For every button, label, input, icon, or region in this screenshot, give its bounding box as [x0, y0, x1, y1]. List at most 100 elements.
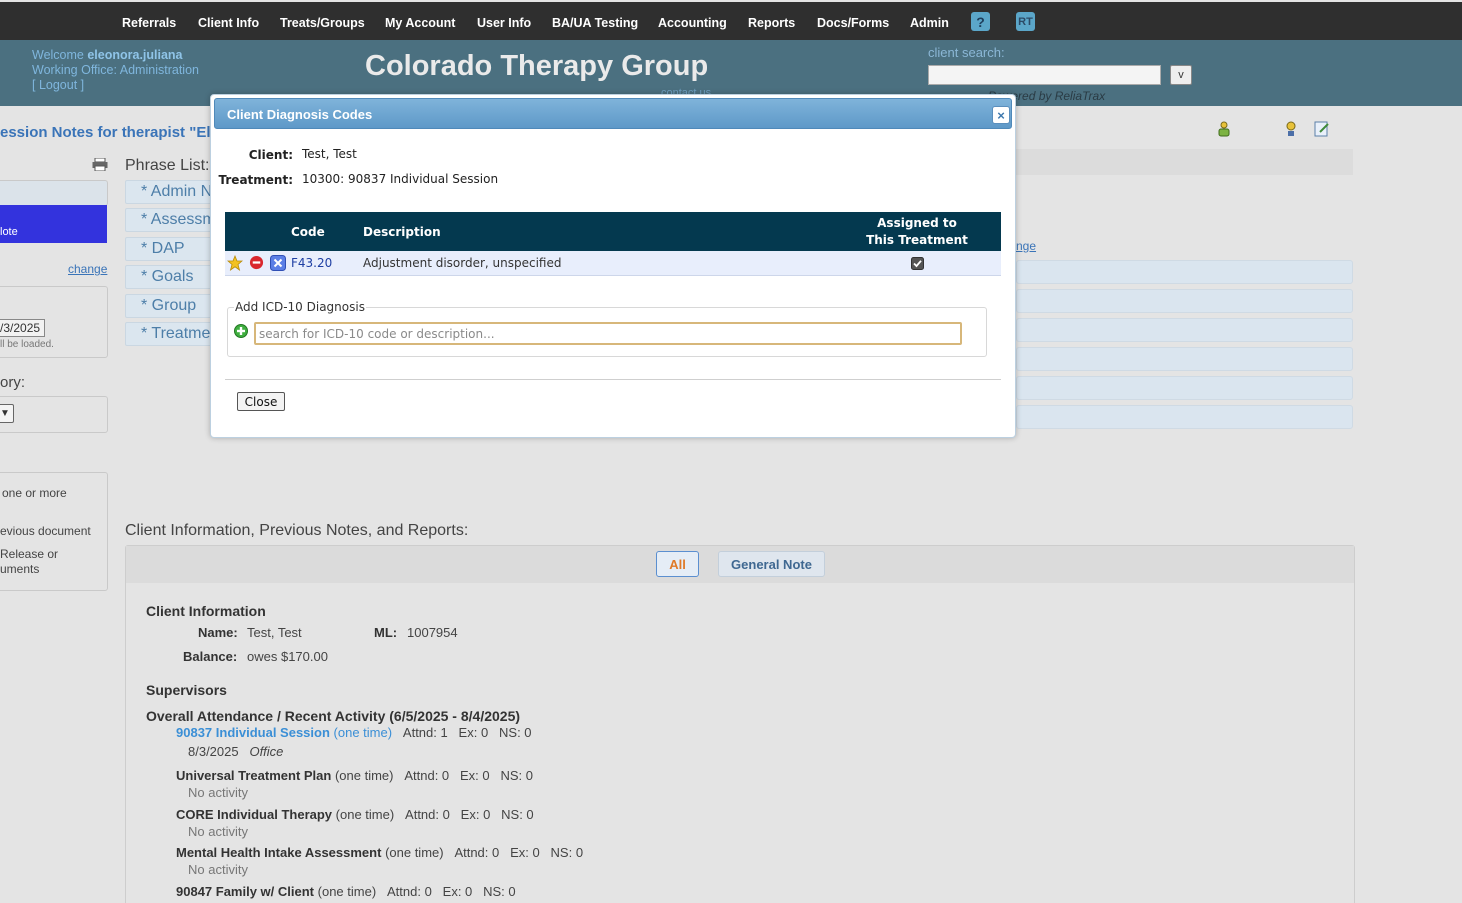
star-icon[interactable]: [226, 254, 244, 271]
client-value: Test, Test: [302, 147, 357, 161]
activity-freq: (one time): [317, 884, 377, 899]
nav-accounting[interactable]: Accounting: [658, 16, 727, 30]
activity-stats: Attnd: 0 Ex: 0 NS: 0: [404, 768, 533, 783]
nav-referrals[interactable]: Referrals: [122, 16, 176, 30]
ml-label: ML:: [374, 625, 398, 640]
activity-stats: Attnd: 0 Ex: 0 NS: 0: [387, 884, 516, 899]
treatment-value: 10300: 90837 Individual Session: [302, 172, 499, 186]
logout-link[interactable]: [ Logout ]: [32, 78, 199, 93]
diagnosis-codes-dialog: Client Diagnosis Codes × Client: Test, T…: [210, 94, 1016, 438]
hint-line-2: evious document: [0, 524, 91, 538]
note-tab-label: lote: [0, 226, 18, 238]
category-select[interactable]: ▼: [0, 404, 14, 423]
activity-freq: (one time): [334, 768, 394, 783]
col-description: Description: [363, 224, 441, 239]
supervisors-title: Supervisors: [146, 682, 227, 698]
activity-row: 90837 Individual Session (one time) Attn…: [176, 725, 532, 740]
name-label: Name:: [198, 625, 238, 640]
client-info-section-title: Client Information: [146, 603, 266, 619]
people-icon[interactable]: [1216, 121, 1232, 137]
right-row[interactable]: [1016, 405, 1353, 429]
nav-reports[interactable]: Reports: [748, 16, 795, 30]
delete-x-icon[interactable]: [269, 254, 286, 271]
person-icon[interactable]: [1283, 121, 1299, 137]
hint-line-3: Release or: [0, 547, 59, 561]
activity-stats: Attnd: 1 Ex: 0 NS: 0: [402, 725, 532, 740]
change-link-left[interactable]: change: [68, 262, 107, 276]
right-row[interactable]: [1016, 289, 1353, 313]
activity-detail-date: 8/3/2025: [188, 744, 239, 759]
client-info-heading: Client Information, Previous Notes, and …: [125, 522, 469, 539]
nav-treats-groups[interactable]: Treats/Groups: [280, 16, 365, 30]
activity-detail: No activity: [188, 785, 248, 800]
activity-row: CORE Individual Therapy (one time) Attnd…: [176, 807, 534, 822]
treatment-label: Treatment:: [218, 173, 293, 187]
col-assigned: Assigned to This Treatment: [833, 212, 1001, 251]
activity-name: CORE Individual Therapy: [176, 807, 333, 822]
change-link-right[interactable]: nge: [1016, 239, 1036, 253]
activity-freq: (one time): [335, 807, 395, 822]
nav-docs-forms[interactable]: Docs/Forms: [817, 16, 889, 30]
right-row[interactable]: [1016, 260, 1353, 284]
help-icon[interactable]: ?: [971, 12, 990, 31]
note-tab[interactable]: lote: [0, 205, 107, 243]
client-search-input[interactable]: [928, 65, 1161, 85]
diagnosis-table-header: Code Description Assigned to This Treatm…: [225, 212, 1001, 251]
right-row[interactable]: [1016, 376, 1353, 400]
client-info-panel: All General Note Client Information Name…: [125, 545, 1355, 903]
ml-value: 1007954: [407, 625, 458, 640]
nav-my-account[interactable]: My Account: [385, 16, 455, 30]
date-field[interactable]: /3/2025: [0, 319, 45, 337]
diagnosis-code[interactable]: F43.20: [291, 251, 363, 275]
reliatrax-icon[interactable]: RT: [1016, 12, 1035, 31]
edit-note-icon[interactable]: [1314, 121, 1330, 137]
add-diagnosis-legend: Add ICD-10 Diagnosis: [234, 300, 366, 314]
activity-detail-place: Office: [249, 744, 284, 759]
add-icon[interactable]: [234, 324, 248, 338]
nav-ba-ua-testing[interactable]: BA/UA Testing: [552, 16, 638, 30]
icd10-search-input[interactable]: [254, 322, 962, 345]
close-icon[interactable]: ×: [992, 106, 1010, 124]
nav-user-info[interactable]: User Info: [477, 16, 531, 30]
col-code: Code: [291, 224, 325, 239]
client-info-tabbar: All General Note: [126, 546, 1354, 583]
date-hint: ll be loaded.: [0, 339, 54, 350]
category-label: ory:: [0, 374, 26, 391]
tab-all[interactable]: All: [656, 551, 699, 577]
dialog-title: Client Diagnosis Codes: [227, 107, 373, 122]
client-search-label: client search:: [928, 45, 1005, 60]
welcome-prefix: Welcome: [32, 48, 88, 62]
client-search-button[interactable]: v: [1170, 65, 1192, 85]
remove-icon[interactable]: [249, 255, 264, 270]
activity-name: Mental Health Intake Assessment: [176, 845, 382, 860]
nav-client-info[interactable]: Client Info: [198, 16, 259, 30]
balance-value: owes $170.00: [247, 649, 328, 664]
close-button[interactable]: Close: [237, 392, 285, 411]
activity-detail: 8/3/2025 Office: [188, 744, 283, 759]
assigned-checkbox[interactable]: [910, 256, 924, 270]
right-row[interactable]: [1016, 347, 1353, 371]
working-office: Working Office: Administration: [32, 63, 199, 77]
dialog-titlebar[interactable]: Client Diagnosis Codes ×: [214, 98, 1012, 129]
dialog-separator: [225, 379, 1001, 380]
attendance-title: Overall Attendance / Recent Activity (6/…: [146, 708, 521, 724]
hint-line-4: uments: [0, 562, 40, 576]
print-icon[interactable]: [92, 158, 108, 171]
client-label: Client:: [248, 148, 293, 162]
activity-name-link[interactable]: 90837 Individual Session: [176, 725, 330, 740]
page-heading: ession Notes for therapist "Ele: [0, 124, 219, 141]
activity-row: 90847 Family w/ Client (one time) Attnd:…: [176, 884, 516, 899]
nav-admin[interactable]: Admin: [910, 16, 949, 30]
activity-freq: (one time): [385, 845, 444, 860]
category-box: [0, 396, 108, 433]
activity-name: 90847 Family w/ Client: [176, 884, 315, 899]
diagnosis-table: Code Description Assigned to This Treatm…: [225, 212, 1001, 276]
activity-freq: (one time): [333, 725, 393, 740]
tab-general-note[interactable]: General Note: [718, 551, 825, 577]
diagnosis-description: Adjustment disorder, unspecified: [363, 255, 562, 270]
activity-row: Mental Health Intake Assessment (one tim…: [176, 845, 583, 860]
phrase-list-label: Phrase List:: [125, 157, 210, 174]
right-row[interactable]: [1016, 318, 1353, 342]
table-row: F43.20 Adjustment disorder, unspecified: [225, 251, 1001, 275]
hint-line-1: one or more: [2, 486, 67, 500]
